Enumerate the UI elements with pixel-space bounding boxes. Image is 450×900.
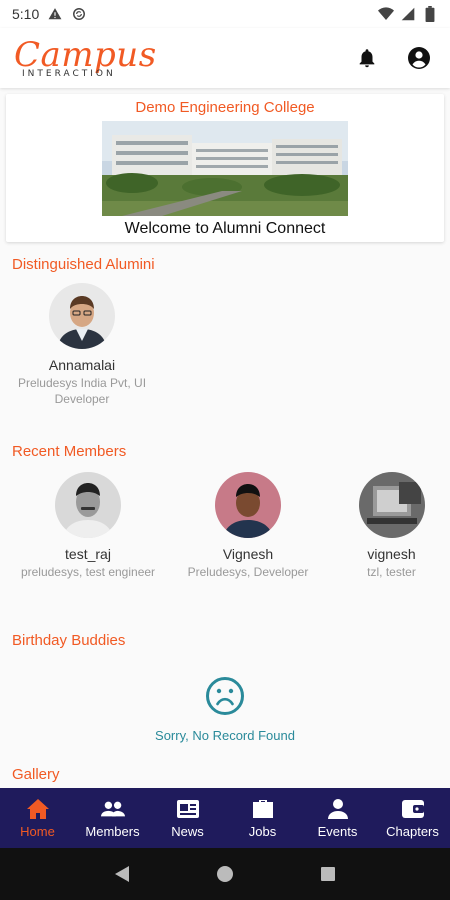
member-card[interactable]: test_raj preludesys, test engineer <box>13 472 163 581</box>
sad-face-icon <box>205 676 245 721</box>
alert-icon <box>47 6 63 22</box>
alumni-name: Annamalai <box>48 357 116 373</box>
logo-sub-text: INTERACTION <box>22 68 116 79</box>
app-bar: Campus INTERACTION <box>0 28 450 88</box>
logo-main-text: Campus <box>14 34 157 75</box>
nav-label: Home <box>20 824 55 839</box>
sync-icon <box>71 6 87 22</box>
no-record-text: Sorry, No Record Found <box>155 728 295 743</box>
gallery-title: Gallery <box>12 766 60 783</box>
nav-label: Jobs <box>248 824 277 839</box>
member-name: test_raj <box>65 546 111 562</box>
college-name: Demo Engineering College <box>135 99 315 116</box>
member-detail: Preludesys, Developer <box>187 565 309 579</box>
group-icon <box>100 797 125 821</box>
nav-label: Events <box>317 824 358 839</box>
nav-label: Chapters <box>386 824 439 839</box>
nav-news[interactable]: News <box>150 788 225 848</box>
battery-icon <box>422 6 438 22</box>
member-detail: preludesys, test engineer <box>20 565 156 579</box>
briefcase-icon <box>251 797 275 821</box>
wallet-icon <box>401 797 425 821</box>
avatar <box>49 283 115 349</box>
member-name: Vignesh <box>222 546 274 562</box>
alumni-card[interactable]: Annamalai Preludesys India Pvt, UI Devel… <box>7 283 157 407</box>
bottom-nav: Home Members News Jobs Events Chapters <box>0 788 450 848</box>
status-bar: 5:10 <box>0 0 450 28</box>
member-card[interactable]: vignesh tzl, tester <box>333 472 450 581</box>
nav-home[interactable]: Home <box>0 788 75 848</box>
recent-members-title: Recent Members <box>12 443 127 460</box>
system-nav-bar <box>0 848 450 900</box>
home-circle-icon[interactable] <box>213 862 237 886</box>
account-icon[interactable] <box>406 45 432 71</box>
campus-interaction-logo: Campus INTERACTION <box>14 38 157 79</box>
birthday-empty-state: Sorry, No Record Found <box>0 676 450 743</box>
avatar <box>215 472 281 538</box>
news-icon <box>176 797 200 821</box>
alumni-detail: Preludesys India Pvt, UI Developer <box>17 376 147 406</box>
signal-icon <box>400 6 416 22</box>
college-building-image <box>102 121 348 216</box>
nav-members[interactable]: Members <box>75 788 150 848</box>
nav-chapters[interactable]: Chapters <box>375 788 450 848</box>
avatar <box>358 472 425 538</box>
college-card: Demo Engineering College Welcome to Alum… <box>6 94 444 242</box>
nav-jobs[interactable]: Jobs <box>225 788 300 848</box>
back-icon[interactable] <box>110 862 134 886</box>
home-icon <box>26 797 50 821</box>
wifi-icon <box>378 6 394 22</box>
welcome-text: Welcome to Alumni Connect <box>124 220 326 237</box>
nav-label: News <box>171 824 204 839</box>
avatar <box>55 472 121 538</box>
home-content[interactable]: Demo Engineering College Welcome to Alum… <box>0 88 450 788</box>
person-icon <box>326 797 350 821</box>
recents-icon[interactable] <box>316 862 340 886</box>
member-card[interactable]: Vignesh Preludesys, Developer <box>173 472 323 581</box>
distinguished-alumni-title: Distinguished Alumini <box>12 256 155 273</box>
nav-events[interactable]: Events <box>300 788 375 848</box>
status-time: 5:10 <box>12 6 40 22</box>
member-name: vignesh <box>367 546 416 562</box>
bell-icon[interactable] <box>354 45 380 71</box>
birthday-buddies-title: Birthday Buddies <box>12 632 126 649</box>
member-detail: tzl, tester <box>367 565 416 579</box>
nav-label: Members <box>85 824 140 839</box>
